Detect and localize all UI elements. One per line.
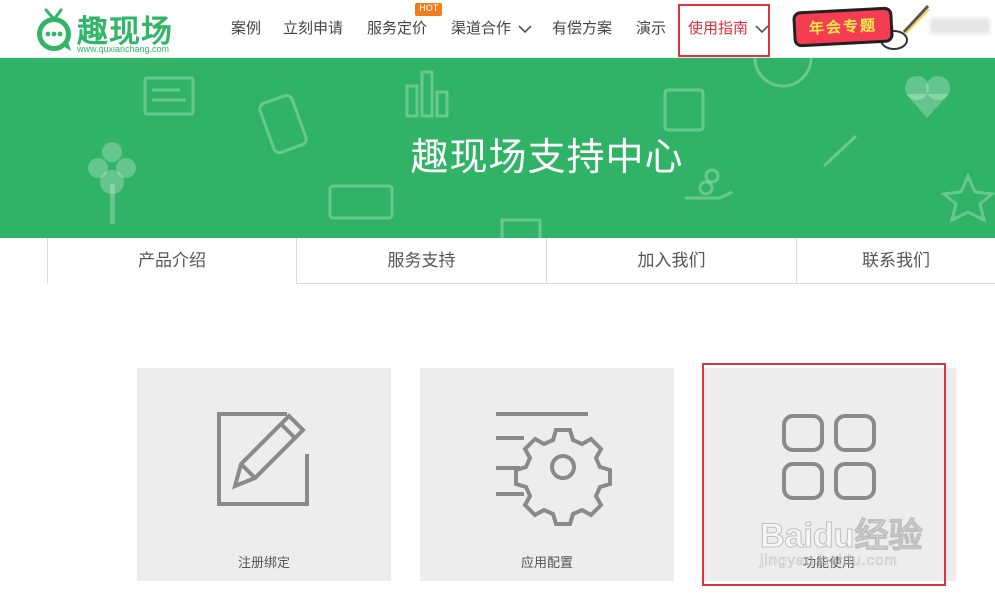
support-tabs: 产品介绍 服务支持 加入我们 联系我们 (47, 238, 995, 284)
tab-contact-us[interactable]: 联系我们 (797, 238, 995, 284)
nav-demo-label: 演示 (636, 19, 667, 37)
tab-label: 产品介绍 (138, 251, 206, 271)
nav-demo[interactable]: 演示 (636, 17, 666, 39)
card-label: 注册绑定 (237, 556, 290, 571)
tab-product-intro[interactable]: 产品介绍 (47, 238, 297, 284)
site-logo[interactable]: 趣现场 www.quxianchang.com (33, 4, 193, 56)
nav-pricing-label: 服务定价 (367, 19, 428, 37)
promo-label: 年会专题 (808, 16, 878, 38)
nav-case-label: 案例 (231, 19, 262, 37)
logo-domain: www.quxianchang.com (77, 44, 170, 54)
edit-icon (217, 412, 309, 506)
chevron-down-icon (518, 24, 532, 33)
nav-paid-plan[interactable]: 有偿方案 (552, 17, 612, 39)
tab-join-us[interactable]: 加入我们 (547, 238, 797, 284)
nav-apply-label: 立刻申请 (283, 19, 344, 37)
tab-label: 联系我们 (862, 251, 930, 271)
nav-case[interactable]: 案例 (231, 17, 261, 39)
baidu-watermark: Baidu经验 jingyan.baidu.com (759, 508, 960, 578)
card-register-bind[interactable]: 注册绑定 (137, 368, 391, 581)
settings-icon (496, 412, 612, 526)
pencil-decoration-icon (902, 4, 930, 34)
nav-paid-plan-label: 有偿方案 (552, 19, 613, 37)
tab-service-support[interactable]: 服务支持 (297, 238, 547, 284)
logo-tv-icon (37, 8, 71, 51)
card-app-config[interactable]: 应用配置 (420, 368, 674, 581)
nav-channel[interactable]: 渠道合作 (451, 17, 532, 39)
nav-channel-label: 渠道合作 (451, 19, 512, 37)
hot-badge: HOT (415, 3, 443, 16)
watermark-url: jingyan.baidu.com (760, 552, 898, 570)
annual-meeting-promo[interactable]: 年会专题 (792, 6, 894, 48)
banner-title: 趣现场支持中心 (410, 135, 684, 179)
tab-label: 加入我们 (637, 251, 706, 271)
annotation-frame-guide (678, 4, 770, 57)
hero-banner: 趣现场支持中心 (0, 58, 995, 238)
user-account-blurred[interactable] (930, 18, 990, 34)
nav-pricing[interactable]: 服务定价 HOT (367, 3, 443, 39)
tab-label: 服务支持 (387, 251, 456, 271)
watermark-brand: Baidu经验 (759, 517, 923, 556)
nav-apply[interactable]: 立刻申请 (283, 17, 343, 39)
card-label: 应用配置 (520, 556, 573, 571)
top-header: 趣现场 www.quxianchang.com 案例 立刻申请 服务定价 HOT… (0, 0, 995, 58)
